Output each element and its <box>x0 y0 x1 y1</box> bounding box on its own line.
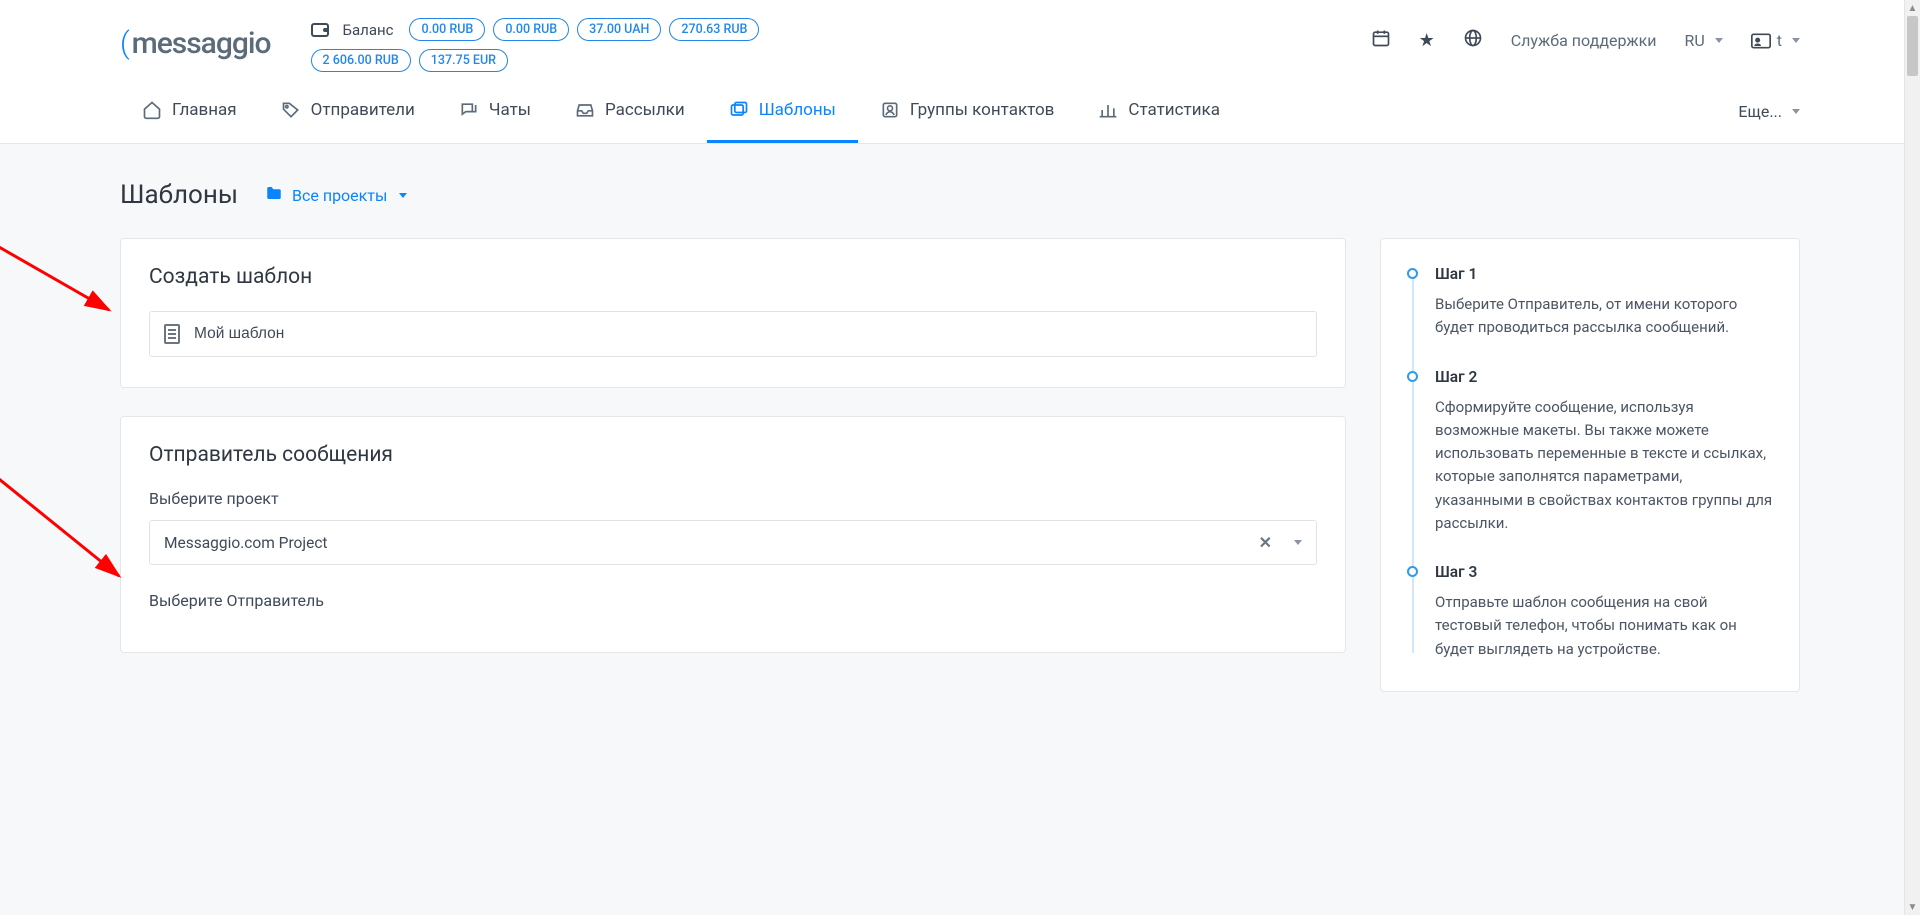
template-name-input[interactable] <box>194 325 1302 343</box>
page-body: Шаблоны Все проекты Создать шаблон Отпра… <box>0 144 1920 752</box>
step-title: Шаг 1 <box>1435 265 1773 283</box>
annotation-arrow-2 <box>0 474 134 589</box>
logo-text: messaggio <box>132 26 271 61</box>
nav-label: Статистика <box>1128 100 1220 120</box>
steps-timeline: Шаг 1 Выберите Отправитель, от имени кот… <box>1407 265 1773 661</box>
balance-pill[interactable]: 137.75 EUR <box>419 49 508 72</box>
sender-card-title: Отправитель сообщения <box>149 443 1317 467</box>
template-name-row[interactable] <box>149 311 1317 357</box>
create-template-card: Создать шаблон <box>120 238 1346 388</box>
support-label: Служба поддержки <box>1511 31 1657 50</box>
chevron-down-icon <box>1792 38 1800 43</box>
globe-icon[interactable] <box>1463 28 1483 53</box>
project-filter[interactable]: Все проекты <box>264 184 407 206</box>
step-dot <box>1407 371 1418 382</box>
nav-more-label: Еще... <box>1738 102 1782 121</box>
step-3: Шаг 3 Отправьте шаблон сообщения на свой… <box>1435 563 1773 661</box>
balance-pill[interactable]: 270.63 RUB <box>669 18 759 41</box>
step-text: Отправьте шаблон сообщения на свой тесто… <box>1435 591 1773 661</box>
nav-statistics[interactable]: Статистика <box>1076 80 1242 143</box>
step-dot <box>1407 268 1418 279</box>
home-icon <box>142 100 162 120</box>
step-dot <box>1407 566 1418 577</box>
lang-label: RU <box>1685 31 1705 50</box>
nav-senders[interactable]: Отправители <box>259 80 437 143</box>
content-columns: Создать шаблон Отправитель сообщения Выб… <box>120 238 1800 692</box>
nav-chats[interactable]: Чаты <box>437 80 553 143</box>
steps-sidebar: Шаг 1 Выберите Отправитель, от имени кот… <box>1380 238 1800 692</box>
main-column: Создать шаблон Отправитель сообщения Выб… <box>120 238 1346 653</box>
topbar-right: ★ Служба поддержки RU t <box>1371 28 1800 53</box>
step-1: Шаг 1 Выберите Отправитель, от имени кот… <box>1435 265 1773 340</box>
scrollbar[interactable]: ▲ ▼ <box>1904 0 1920 915</box>
balance-pill[interactable]: 2 606.00 RUB <box>311 49 411 72</box>
balance-block: Баланс 0.00 RUB 0.00 RUB 37.00 UAH 270.6… <box>311 18 791 72</box>
inbox-icon <box>575 100 595 120</box>
calendar-icon[interactable] <box>1371 28 1391 53</box>
nav-label: Шаблоны <box>759 100 836 120</box>
nav-contact-groups[interactable]: Группы контактов <box>858 80 1077 143</box>
chevron-down-icon[interactable] <box>1294 540 1302 545</box>
logo[interactable]: (messaggio <box>120 26 271 61</box>
scroll-up-icon[interactable]: ▲ <box>1905 0 1920 16</box>
nav-label: Отправители <box>311 100 415 120</box>
nav-label: Чаты <box>489 100 531 120</box>
project-filter-label: Все проекты <box>292 186 387 205</box>
nav-label: Группы контактов <box>910 100 1055 120</box>
topbar: (messaggio Баланс 0.00 RUB 0.00 RUB 37.0… <box>0 0 1920 80</box>
document-icon <box>164 324 180 344</box>
step-title: Шаг 3 <box>1435 563 1773 581</box>
nav-templates[interactable]: Шаблоны <box>707 80 858 143</box>
nav-label: Главная <box>172 100 237 120</box>
chevron-down-icon <box>1715 38 1723 43</box>
nav-home[interactable]: Главная <box>120 80 259 143</box>
star-icon[interactable]: ★ <box>1419 30 1435 51</box>
main-nav: Главная Отправители Чаты Рассылки Шаблон… <box>0 80 1920 144</box>
balance-pill[interactable]: 37.00 UAH <box>577 18 661 41</box>
create-template-title: Создать шаблон <box>149 265 1317 289</box>
chevron-down-icon <box>399 193 407 198</box>
page-title: Шаблоны <box>120 180 238 210</box>
balance-pill[interactable]: 0.00 RUB <box>409 18 485 41</box>
clear-icon[interactable]: ✕ <box>1259 533 1272 552</box>
nav-campaigns[interactable]: Рассылки <box>553 80 707 143</box>
project-select-label: Выберите проект <box>149 489 1317 508</box>
nav-label: Рассылки <box>605 100 685 120</box>
templates-icon <box>729 100 749 120</box>
step-title: Шаг 2 <box>1435 368 1773 386</box>
nav-more[interactable]: Еще... <box>1716 82 1800 141</box>
step-text: Выберите Отправитель, от имени которого … <box>1435 293 1773 340</box>
contacts-icon <box>880 100 900 120</box>
sender-select-label: Выберите Отправитель <box>149 591 1317 610</box>
page-header: Шаблоны Все проекты <box>120 180 1800 210</box>
folder-icon <box>264 184 284 206</box>
step-text: Сформируйте сообщение, используя возможн… <box>1435 396 1773 536</box>
project-select-value: Messaggio.com Project <box>164 534 328 552</box>
select-actions: ✕ <box>1259 533 1302 552</box>
wallet-icon <box>311 23 329 37</box>
step-2: Шаг 2 Сформируйте сообщение, используя в… <box>1435 368 1773 536</box>
tag-icon <box>281 100 301 120</box>
chevron-down-icon <box>1792 109 1800 114</box>
scrollbar-thumb[interactable] <box>1907 16 1918 76</box>
user-label: t <box>1777 31 1782 50</box>
support-link[interactable]: Служба поддержки <box>1511 31 1657 50</box>
user-menu[interactable]: t <box>1751 31 1800 50</box>
bars-icon <box>1098 100 1118 120</box>
balance-label: Баланс <box>343 21 394 39</box>
annotation-arrow-1 <box>0 242 124 322</box>
balance-pill[interactable]: 0.00 RUB <box>493 18 569 41</box>
sender-card: Отправитель сообщения Выберите проект Me… <box>120 416 1346 653</box>
logo-open-bracket: ( <box>120 26 129 61</box>
scroll-down-icon[interactable]: ▼ <box>1905 899 1920 915</box>
chat-icon <box>459 100 479 120</box>
language-selector[interactable]: RU <box>1685 31 1723 50</box>
project-select[interactable]: Messaggio.com Project ✕ <box>149 520 1317 565</box>
